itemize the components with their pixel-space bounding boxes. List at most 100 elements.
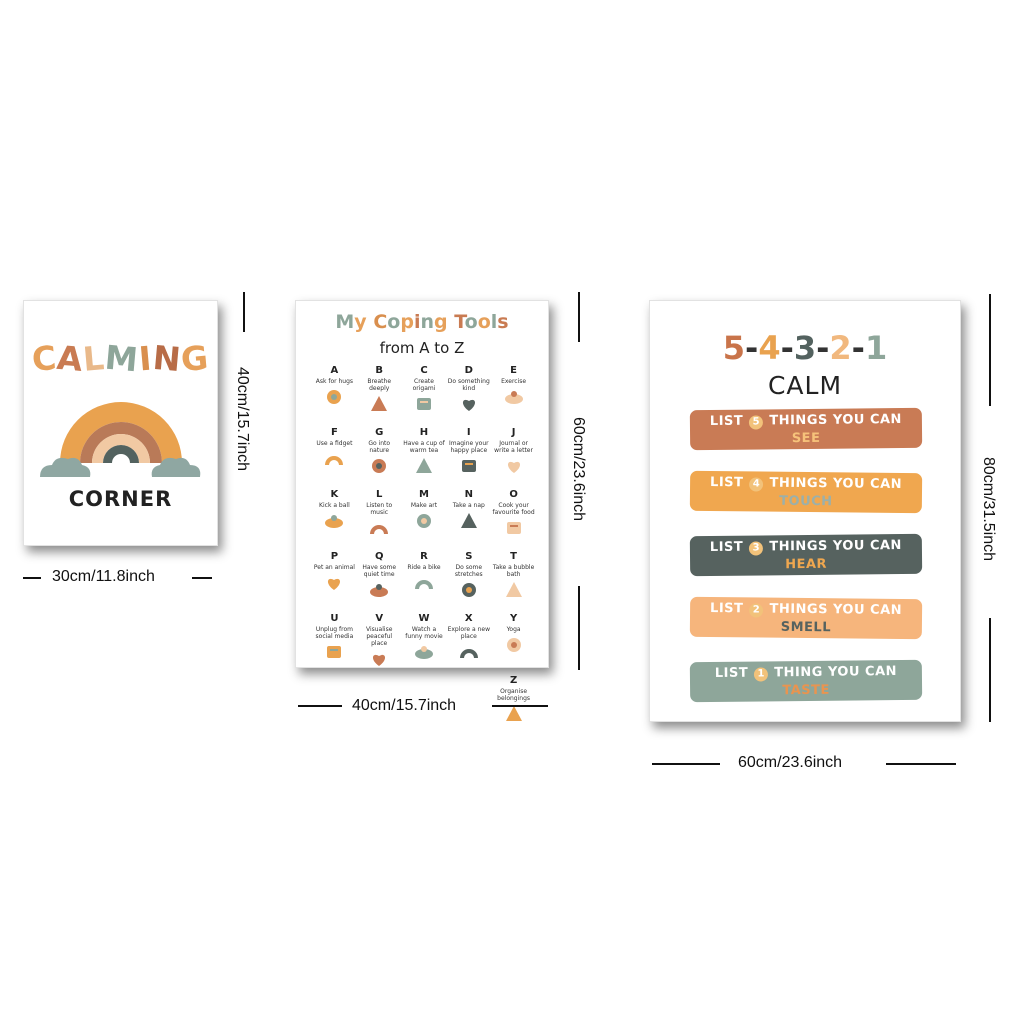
title-digit: - (780, 329, 794, 367)
road-icon (459, 649, 478, 658)
item-caption: Make art (410, 502, 438, 509)
sense-band: LIST 1 THING YOU CAN TASTE (689, 659, 923, 703)
item-caption: Watch a funny movie (405, 626, 443, 640)
rainbow-icon (40, 402, 201, 477)
coping-tool-item: Z Organise belongings (491, 675, 536, 733)
alphabet-grid: A Ask for hugs B Breathe deeply C Create orig… (312, 365, 536, 733)
title-letter: A (55, 337, 86, 380)
count-badge: 5 (749, 415, 764, 430)
title-letter: o (464, 311, 478, 333)
coping-tool-item: S Do some stretches (446, 551, 491, 609)
bath-icon (505, 582, 522, 597)
sense-band: LIST 4 THINGS YOU CAN TOUCH (689, 470, 923, 514)
title-letter: o (477, 311, 491, 333)
item-letter: V (375, 613, 384, 624)
item-caption: Create origami (412, 378, 436, 392)
item-letter: I (466, 427, 471, 438)
sense-word: TOUCH (779, 493, 833, 510)
title-letter: p (400, 311, 414, 333)
coping-tool-item: O Cook your favourite food (491, 489, 536, 547)
paint-icon (416, 514, 431, 528)
coping-tool-item: H Have a cup of warm tea (402, 427, 447, 485)
title-letter: o (387, 311, 401, 333)
item-letter: R (420, 551, 428, 562)
item-letter: G (375, 427, 384, 438)
item-caption: Take a nap (452, 502, 485, 509)
title-digit: 5 (722, 329, 746, 367)
hand-icon (327, 390, 342, 404)
title-letter: N (150, 337, 183, 380)
sense-word: TASTE (782, 682, 830, 699)
cat-icon (370, 584, 389, 597)
count-badge: 4 (749, 477, 764, 492)
coping-tool-item: G Go into nature (357, 427, 402, 485)
dog-icon (328, 578, 341, 590)
coping-tool-item: M Make art (402, 489, 447, 547)
item-letter: N (464, 489, 473, 500)
yoga-icon (506, 638, 521, 652)
width-label: 30cm/11.8inch (52, 568, 155, 585)
calm-senses-poster: 5-4-3-2-1 CALM LIST 5 THINGS YOU CAN SEE L… (649, 300, 961, 722)
item-letter: M (419, 489, 429, 500)
dimension-line (492, 705, 548, 707)
title-digit: 4 (758, 329, 781, 367)
poster-title: CALMING (24, 337, 217, 380)
sense-word: SMELL (780, 619, 832, 636)
sense-band: LIST 2 THINGS YOU CAN SMELL (689, 596, 923, 640)
dimension-line (989, 294, 991, 406)
item-caption: Have some quiet time (362, 564, 397, 578)
dimension-line (243, 292, 245, 332)
width-label: 60cm/23.6inch (738, 754, 843, 771)
coping-tool-item: L Listen to music (357, 489, 402, 547)
item-letter: D (464, 365, 473, 376)
item-caption: Use a fidget (316, 440, 353, 447)
title-letter: n (420, 311, 434, 333)
dimension-line (23, 577, 41, 579)
item-caption: Yoga (506, 626, 521, 633)
dimension-line (989, 618, 991, 722)
coping-tool-item: E Exercise (491, 365, 536, 423)
item-caption: Imagine your happy place (448, 440, 489, 454)
sense-instruction: LIST 2 THINGS YOU CAN (710, 600, 903, 619)
coping-tool-item: Y Yoga (491, 613, 536, 671)
rolling-pin-icon (506, 522, 521, 534)
title-letter: C (373, 311, 388, 333)
cup-icon (415, 458, 432, 473)
notebook-icon (507, 461, 520, 473)
item-caption: Ask for hugs (315, 378, 354, 385)
item-caption: Cook your favourite food (492, 502, 535, 516)
title-letter: M (103, 337, 141, 380)
moon-icon (460, 513, 477, 528)
dimension-line (578, 292, 580, 342)
height-label: 60cm/23.6inch (570, 416, 587, 522)
poster-title: 5-4-3-2-1 (650, 329, 960, 367)
heart-icon (462, 399, 475, 411)
rainbow-icon (373, 654, 386, 666)
sense-instruction: LIST 1 THING YOU CAN (714, 664, 898, 682)
stretch-icon (461, 583, 476, 597)
title-digit: - (745, 329, 759, 367)
dimension-line (578, 586, 580, 670)
item-letter: J (511, 427, 516, 438)
title-letter: g (433, 311, 448, 333)
item-caption: Do something kind (447, 378, 490, 392)
coping-tool-item: N Take a nap (446, 489, 491, 547)
item-letter: B (375, 365, 383, 376)
coping-tool-item: B Breathe deeply (357, 365, 402, 423)
poster-subtitle: from A to Z (379, 339, 465, 357)
sense-instruction: LIST 5 THINGS YOU CAN (709, 411, 902, 430)
jump-rope-icon (504, 391, 523, 404)
ball-icon (325, 515, 344, 528)
item-letter: Q (374, 551, 384, 562)
sense-band: LIST 3 THINGS YOU CAN HEAR (689, 533, 923, 577)
coping-tool-item: V Visualise peaceful place (357, 613, 402, 671)
poster-subtitle: CALM (767, 371, 843, 400)
sense-instruction: LIST 4 THINGS YOU CAN (710, 474, 903, 493)
height-label: 40cm/15.7inch (234, 367, 251, 472)
title-letter: y (354, 311, 367, 333)
item-letter: K (330, 489, 339, 500)
coping-tool-item: R Ride a bike (402, 551, 447, 609)
dimension-line (886, 763, 956, 765)
item-letter: W (418, 613, 430, 624)
sense-word: HEAR (785, 556, 828, 573)
